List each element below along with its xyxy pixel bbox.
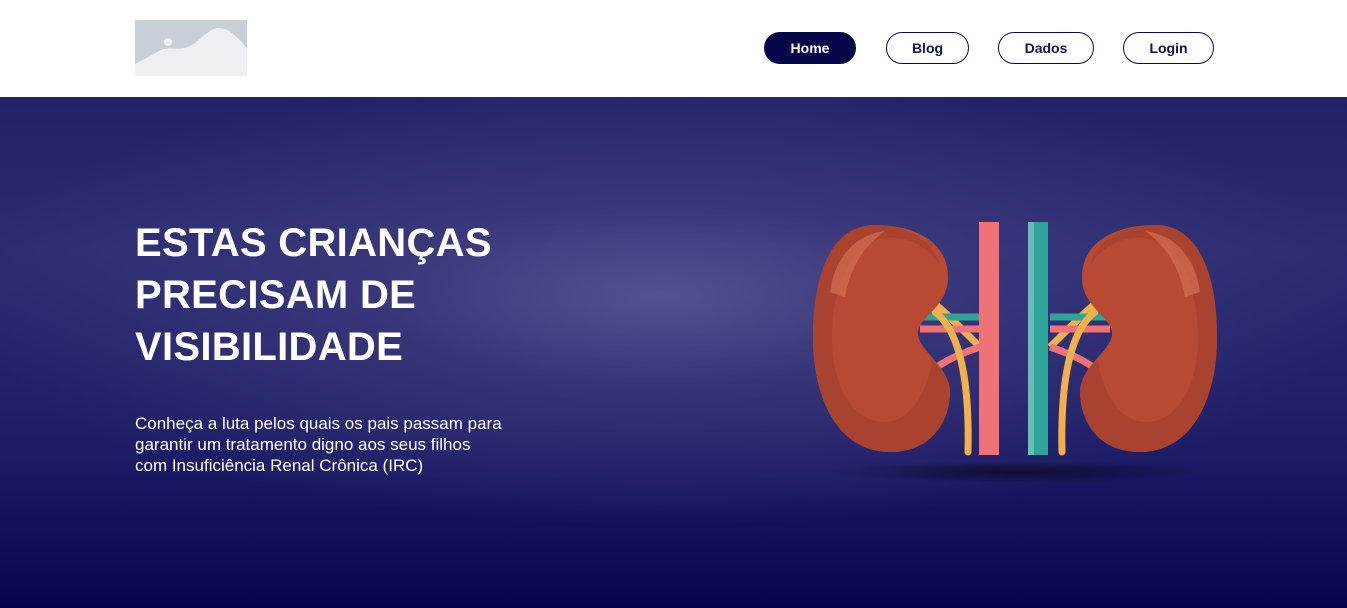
site-header: Home Blog Dados Login (0, 0, 1347, 97)
hero-subtext: Conheça a luta pelos quais os pais passa… (135, 414, 502, 475)
nav-home-button[interactable]: Home (764, 32, 856, 64)
logo-image-placeholder-icon[interactable] (135, 20, 247, 76)
nav-login-button[interactable]: Login (1123, 32, 1214, 64)
nav-blog-button[interactable]: Blog (886, 32, 969, 64)
nav-dados-button[interactable]: Dados (998, 32, 1094, 64)
hero-headline: ESTAS CRIANÇAS PRECISAM DE VISIBILIDADE (135, 221, 492, 369)
hero-section: ESTAS CRIANÇAS PRECISAM DE VISIBILIDADE … (0, 97, 1347, 608)
kidneys-illustration-icon (813, 222, 1217, 483)
